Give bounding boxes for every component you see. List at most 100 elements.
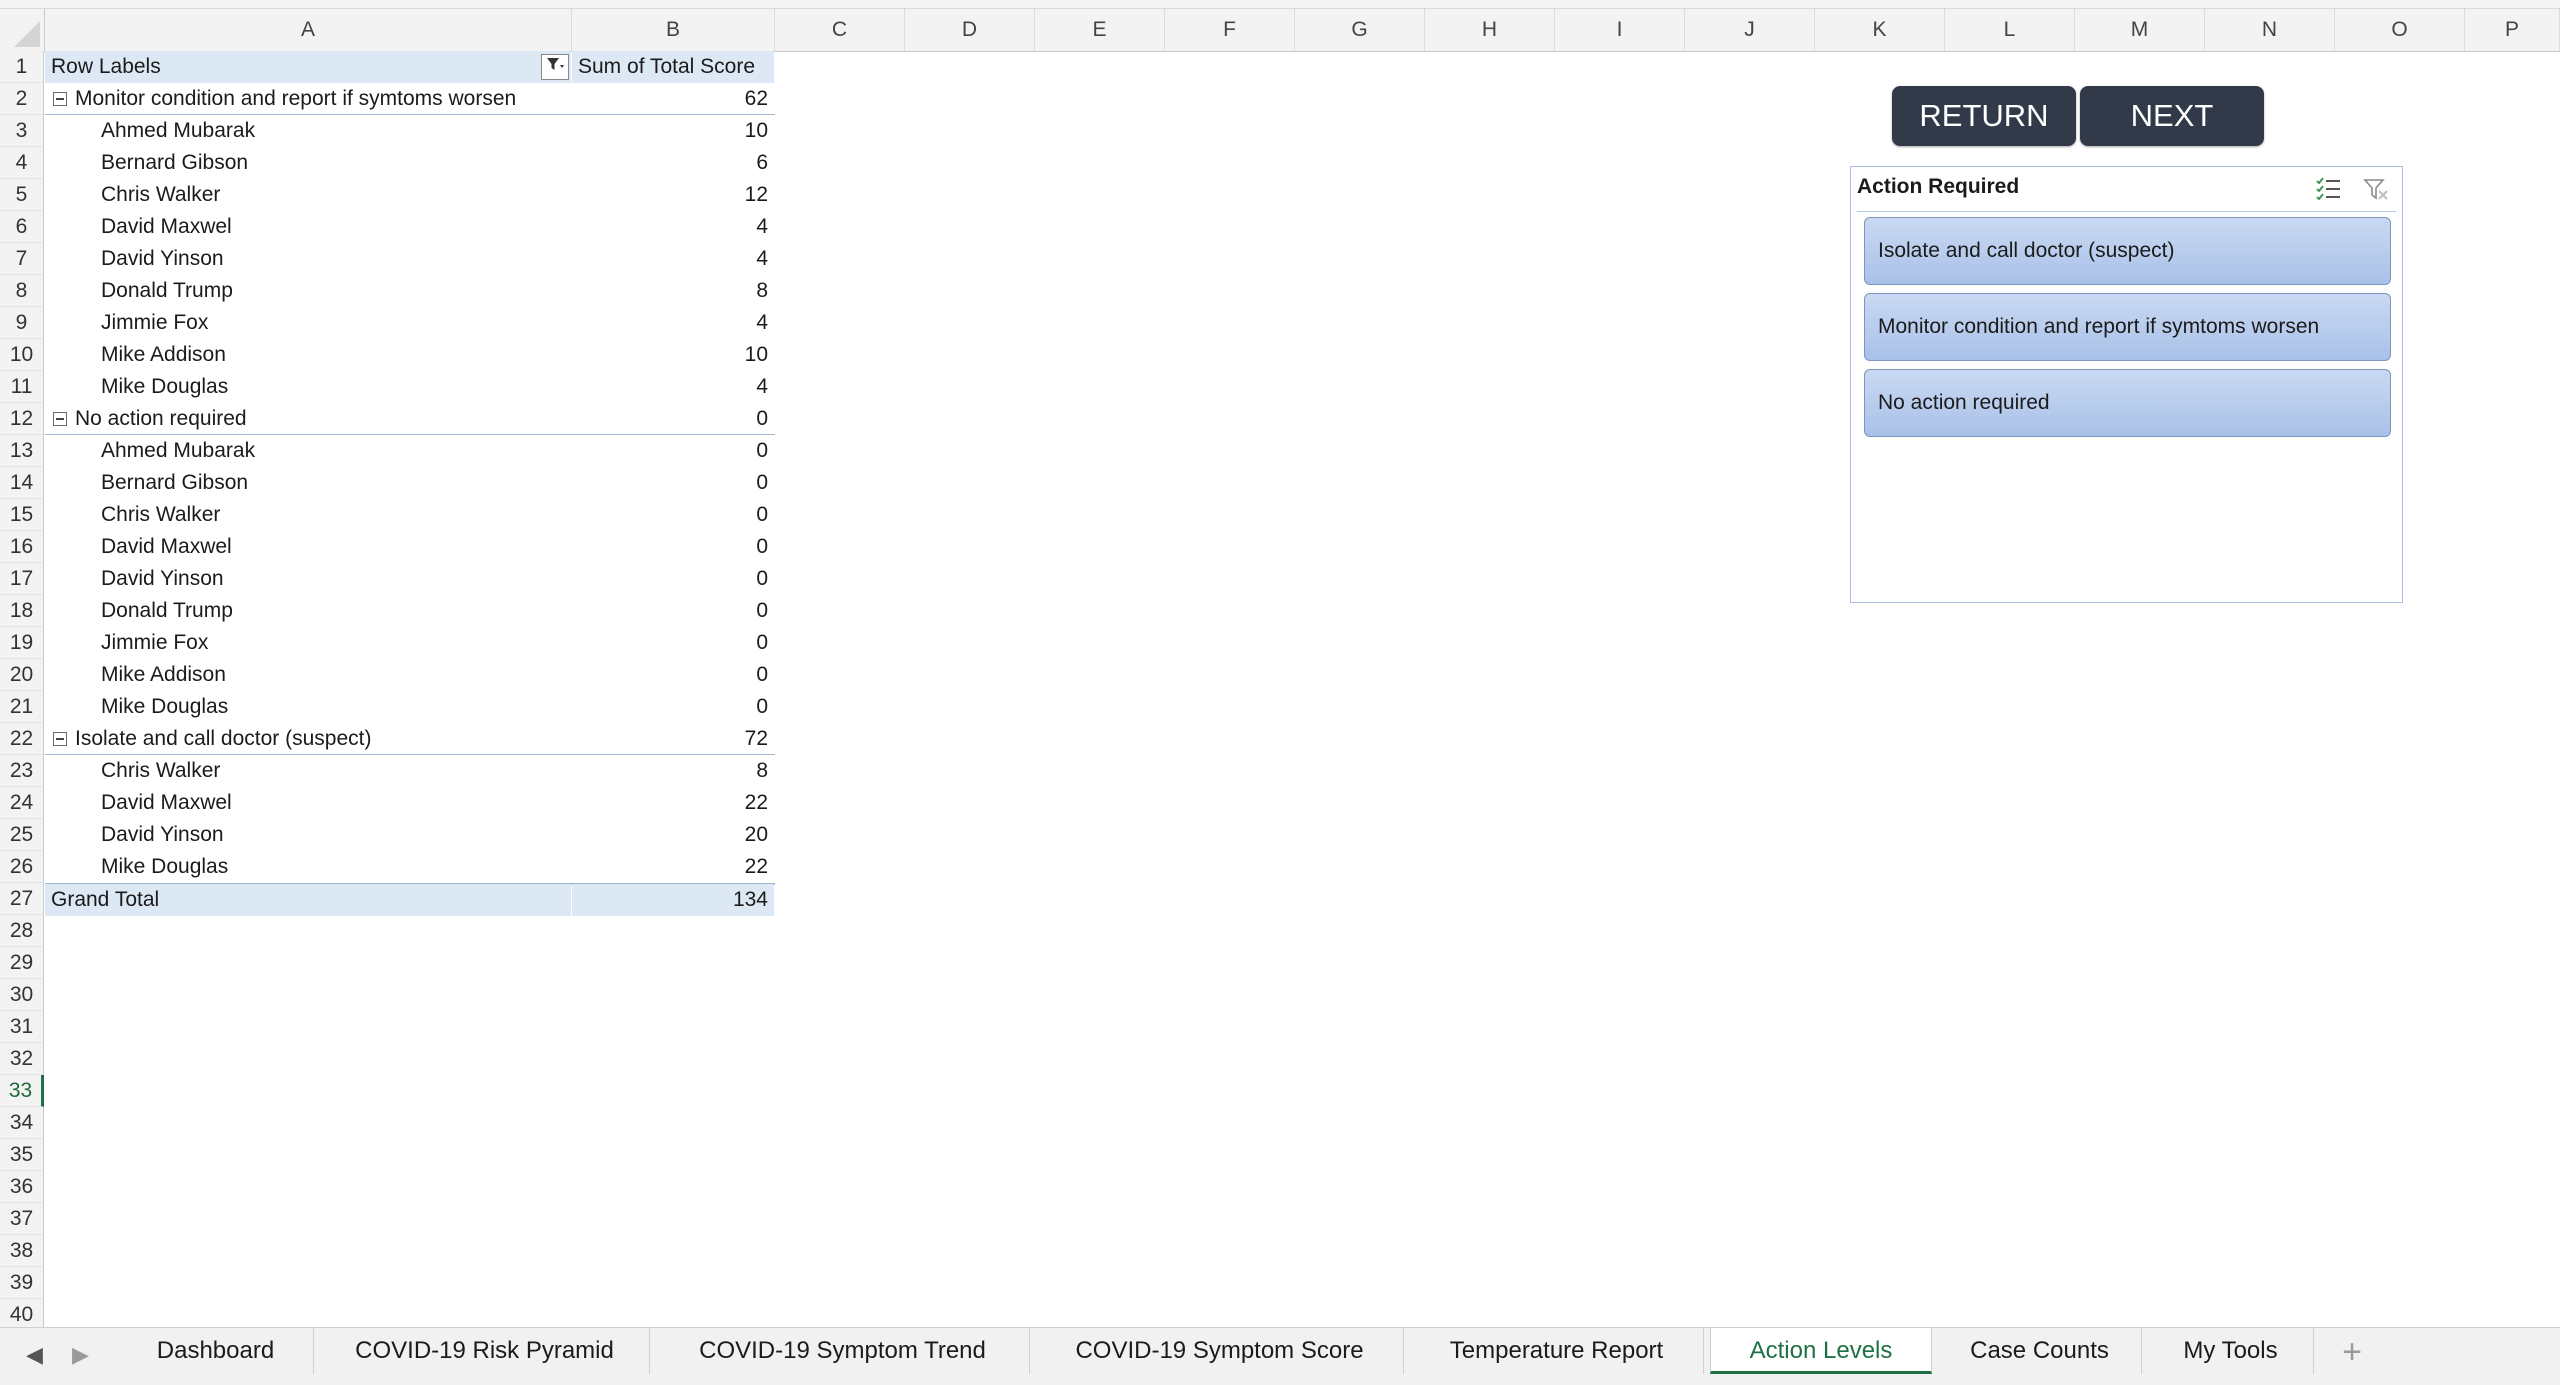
- pivot-item-name[interactable]: Mike Douglas: [45, 851, 571, 883]
- row-header[interactable]: 37: [0, 1203, 44, 1235]
- pivot-item-value[interactable]: 20: [572, 819, 774, 851]
- row-header[interactable]: 36: [0, 1171, 44, 1203]
- row-header[interactable]: 38: [0, 1235, 44, 1267]
- pivot-item-value[interactable]: 12: [572, 179, 774, 211]
- row-header[interactable]: 13: [0, 435, 44, 467]
- collapse-minus-icon[interactable]: [53, 412, 67, 426]
- tab-scroll-left-icon[interactable]: ◀: [26, 1342, 43, 1368]
- pivot-item-value[interactable]: 22: [572, 851, 774, 883]
- row-header[interactable]: 11: [0, 371, 44, 403]
- row-header[interactable]: 2: [0, 83, 44, 115]
- multi-select-icon[interactable]: [2314, 174, 2344, 204]
- column-header-k[interactable]: K: [1815, 9, 1945, 51]
- collapse-minus-icon[interactable]: [53, 732, 67, 746]
- row-header[interactable]: 12: [0, 403, 44, 435]
- pivot-item-value[interactable]: 8: [572, 275, 774, 307]
- row-header[interactable]: 20: [0, 659, 44, 691]
- column-header-h[interactable]: H: [1425, 9, 1555, 51]
- pivot-item-name[interactable]: Chris Walker: [45, 755, 571, 787]
- row-header[interactable]: 26: [0, 851, 44, 883]
- row-header[interactable]: 3: [0, 115, 44, 147]
- pivot-item-name[interactable]: Bernard Gibson: [45, 467, 571, 499]
- clear-filter-icon[interactable]: [2361, 174, 2391, 204]
- row-header[interactable]: 35: [0, 1139, 44, 1171]
- add-sheet-plus-icon[interactable]: +: [2330, 1330, 2374, 1374]
- column-header-a[interactable]: A: [45, 9, 572, 51]
- action-required-slicer[interactable]: Action Required Isolate and call doctor …: [1850, 166, 2403, 603]
- row-header[interactable]: 34: [0, 1107, 44, 1139]
- select-all-corner[interactable]: [0, 9, 45, 51]
- pivot-group-value[interactable]: 0: [572, 403, 774, 435]
- pivot-item-value[interactable]: 0: [572, 467, 774, 499]
- slicer-item-isolate[interactable]: Isolate and call doctor (suspect): [1864, 217, 2391, 285]
- collapse-minus-icon[interactable]: [53, 92, 67, 106]
- tab-scroll-right-icon[interactable]: ▶: [72, 1342, 89, 1368]
- pivot-item-name[interactable]: Ahmed Mubarak: [45, 435, 571, 467]
- tab-temperature-report[interactable]: Temperature Report: [1410, 1328, 1704, 1374]
- column-header-c[interactable]: C: [775, 9, 905, 51]
- tab-my-tools[interactable]: My Tools: [2148, 1328, 2314, 1374]
- column-header-b[interactable]: B: [572, 9, 775, 51]
- pivot-group-label[interactable]: No action required: [45, 403, 571, 435]
- column-header-o[interactable]: O: [2335, 9, 2465, 51]
- tab-dashboard[interactable]: Dashboard: [118, 1328, 314, 1374]
- pivot-item-value[interactable]: 0: [572, 563, 774, 595]
- row-header[interactable]: 21: [0, 691, 44, 723]
- pivot-item-value[interactable]: 4: [572, 211, 774, 243]
- row-header[interactable]: 4: [0, 147, 44, 179]
- row-header[interactable]: 31: [0, 1011, 44, 1043]
- row-header[interactable]: 39: [0, 1267, 44, 1299]
- pivot-item-name[interactable]: Donald Trump: [45, 275, 571, 307]
- column-header-n[interactable]: N: [2205, 9, 2335, 51]
- slicer-item-monitor[interactable]: Monitor condition and report if symtoms …: [1864, 293, 2391, 361]
- column-header-p[interactable]: P: [2465, 9, 2560, 51]
- tab-covid-symptom-score[interactable]: COVID-19 Symptom Score: [1036, 1328, 1404, 1374]
- pivot-item-value[interactable]: 0: [572, 659, 774, 691]
- pivot-item-name[interactable]: David Maxwel: [45, 787, 571, 819]
- pivot-group-label[interactable]: Isolate and call doctor (suspect): [45, 723, 571, 755]
- row-header[interactable]: 17: [0, 563, 44, 595]
- pivot-item-name[interactable]: David Yinson: [45, 563, 571, 595]
- return-button[interactable]: RETURN: [1892, 86, 2076, 146]
- row-header[interactable]: 27: [0, 883, 44, 915]
- pivot-header-row-labels[interactable]: Row Labels: [45, 51, 571, 83]
- column-header-g[interactable]: G: [1295, 9, 1425, 51]
- pivot-item-name[interactable]: Donald Trump: [45, 595, 571, 627]
- tab-case-counts[interactable]: Case Counts: [1938, 1328, 2142, 1374]
- column-header-j[interactable]: J: [1685, 9, 1815, 51]
- row-header[interactable]: 19: [0, 627, 44, 659]
- next-button[interactable]: NEXT: [2080, 86, 2264, 146]
- row-header[interactable]: 9: [0, 307, 44, 339]
- column-header-f[interactable]: F: [1165, 9, 1295, 51]
- pivot-group-label[interactable]: Monitor condition and report if symtoms …: [45, 83, 571, 115]
- pivot-item-name[interactable]: Ahmed Mubarak: [45, 115, 571, 147]
- pivot-item-name[interactable]: Mike Addison: [45, 659, 571, 691]
- pivot-group-value[interactable]: 72: [572, 723, 774, 755]
- pivot-item-value[interactable]: 22: [572, 787, 774, 819]
- grand-total-value[interactable]: 134: [572, 884, 774, 916]
- pivot-item-name[interactable]: Jimmie Fox: [45, 627, 571, 659]
- row-header[interactable]: 10: [0, 339, 44, 371]
- row-header[interactable]: 18: [0, 595, 44, 627]
- row-labels-filter-button[interactable]: [541, 54, 569, 80]
- pivot-item-name[interactable]: Bernard Gibson: [45, 147, 571, 179]
- pivot-item-name[interactable]: Mike Douglas: [45, 691, 571, 723]
- pivot-header-values[interactable]: Sum of Total Score: [572, 51, 774, 83]
- row-header[interactable]: 5: [0, 179, 44, 211]
- pivot-item-name[interactable]: Mike Addison: [45, 339, 571, 371]
- pivot-item-name[interactable]: David Yinson: [45, 819, 571, 851]
- row-header[interactable]: 6: [0, 211, 44, 243]
- pivot-item-name[interactable]: Chris Walker: [45, 499, 571, 531]
- pivot-item-name[interactable]: Mike Douglas: [45, 371, 571, 403]
- tab-covid-symptom-trend[interactable]: COVID-19 Symptom Trend: [656, 1328, 1030, 1374]
- pivot-item-value[interactable]: 4: [572, 371, 774, 403]
- slicer-item-no-action[interactable]: No action required: [1864, 369, 2391, 437]
- pivot-item-value[interactable]: 6: [572, 147, 774, 179]
- row-header[interactable]: 22: [0, 723, 44, 755]
- column-header-i[interactable]: I: [1555, 9, 1685, 51]
- pivot-item-name[interactable]: David Yinson: [45, 243, 571, 275]
- pivot-item-value[interactable]: 4: [572, 307, 774, 339]
- tab-covid-risk-pyramid[interactable]: COVID-19 Risk Pyramid: [320, 1328, 650, 1374]
- pivot-item-value[interactable]: 8: [572, 755, 774, 787]
- pivot-item-value[interactable]: 0: [572, 691, 774, 723]
